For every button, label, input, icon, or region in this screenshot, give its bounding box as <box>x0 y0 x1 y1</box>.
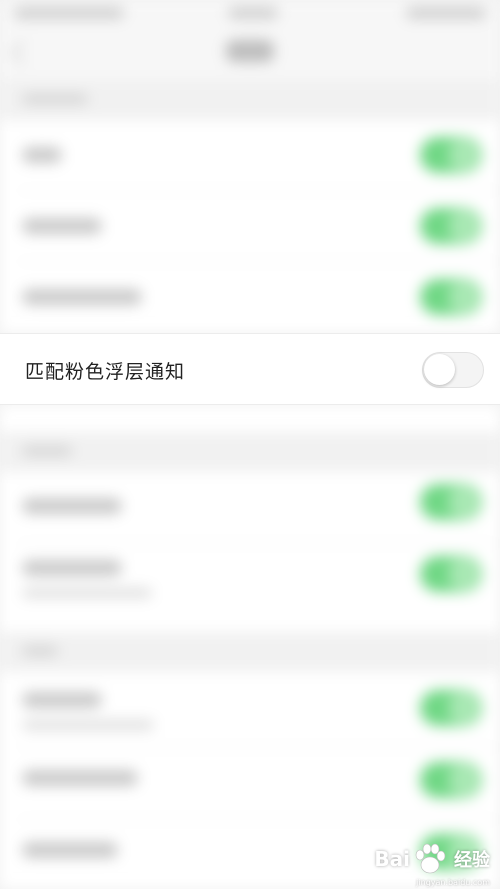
settings-row-blurred[interactable] <box>0 262 500 333</box>
setting-label: 匹配粉色浮层通知 <box>25 361 186 383</box>
watermark-brand-left: Bai <box>374 847 410 871</box>
watermark-brand-right: 经验 <box>454 850 490 871</box>
status-bar <box>0 0 500 28</box>
settings-row-blurred[interactable] <box>0 544 500 632</box>
settings-screen: 匹配粉色浮层通知 Bai 经验 jingyan.baidu.com <box>0 0 500 889</box>
toggle-switch-on[interactable] <box>420 137 482 173</box>
setting-row-pink-overlay[interactable]: 匹配粉色浮层通知 <box>0 333 500 405</box>
status-right-blurred <box>406 7 486 19</box>
status-left-blurred <box>14 7 124 19</box>
settings-row-blurred[interactable] <box>0 120 500 191</box>
settings-group-2 <box>0 472 500 632</box>
pink-overlay-toggle[interactable] <box>422 352 484 388</box>
page-title-blurred <box>226 40 274 62</box>
settings-group-1-tail <box>0 405 500 432</box>
settings-row-blurred[interactable] <box>0 672 500 748</box>
watermark-url: jingyan.baidu.com <box>416 878 490 887</box>
toggle-switch-on[interactable] <box>420 484 482 520</box>
baidu-jingyan-watermark: Bai 经验 jingyan.baidu.com <box>372 839 490 887</box>
toggle-switch-on[interactable] <box>420 208 482 244</box>
section-header-1 <box>0 80 500 120</box>
toggle-switch-on[interactable] <box>420 690 482 726</box>
status-center-blurred <box>228 7 278 19</box>
settings-group-1 <box>0 120 500 333</box>
settings-row-blurred[interactable] <box>0 748 500 820</box>
toggle-switch-on[interactable] <box>420 556 482 592</box>
paw-icon <box>415 843 446 874</box>
back-icon[interactable] <box>10 40 35 65</box>
toggle-switch-on[interactable] <box>420 762 482 798</box>
settings-row-blurred[interactable] <box>0 191 500 262</box>
nav-bar <box>0 28 500 80</box>
section-header-3 <box>0 632 500 672</box>
toggle-knob <box>424 354 455 385</box>
section-header-2 <box>0 432 500 472</box>
settings-row-blurred[interactable] <box>0 472 500 544</box>
toggle-switch-on[interactable] <box>420 279 482 315</box>
